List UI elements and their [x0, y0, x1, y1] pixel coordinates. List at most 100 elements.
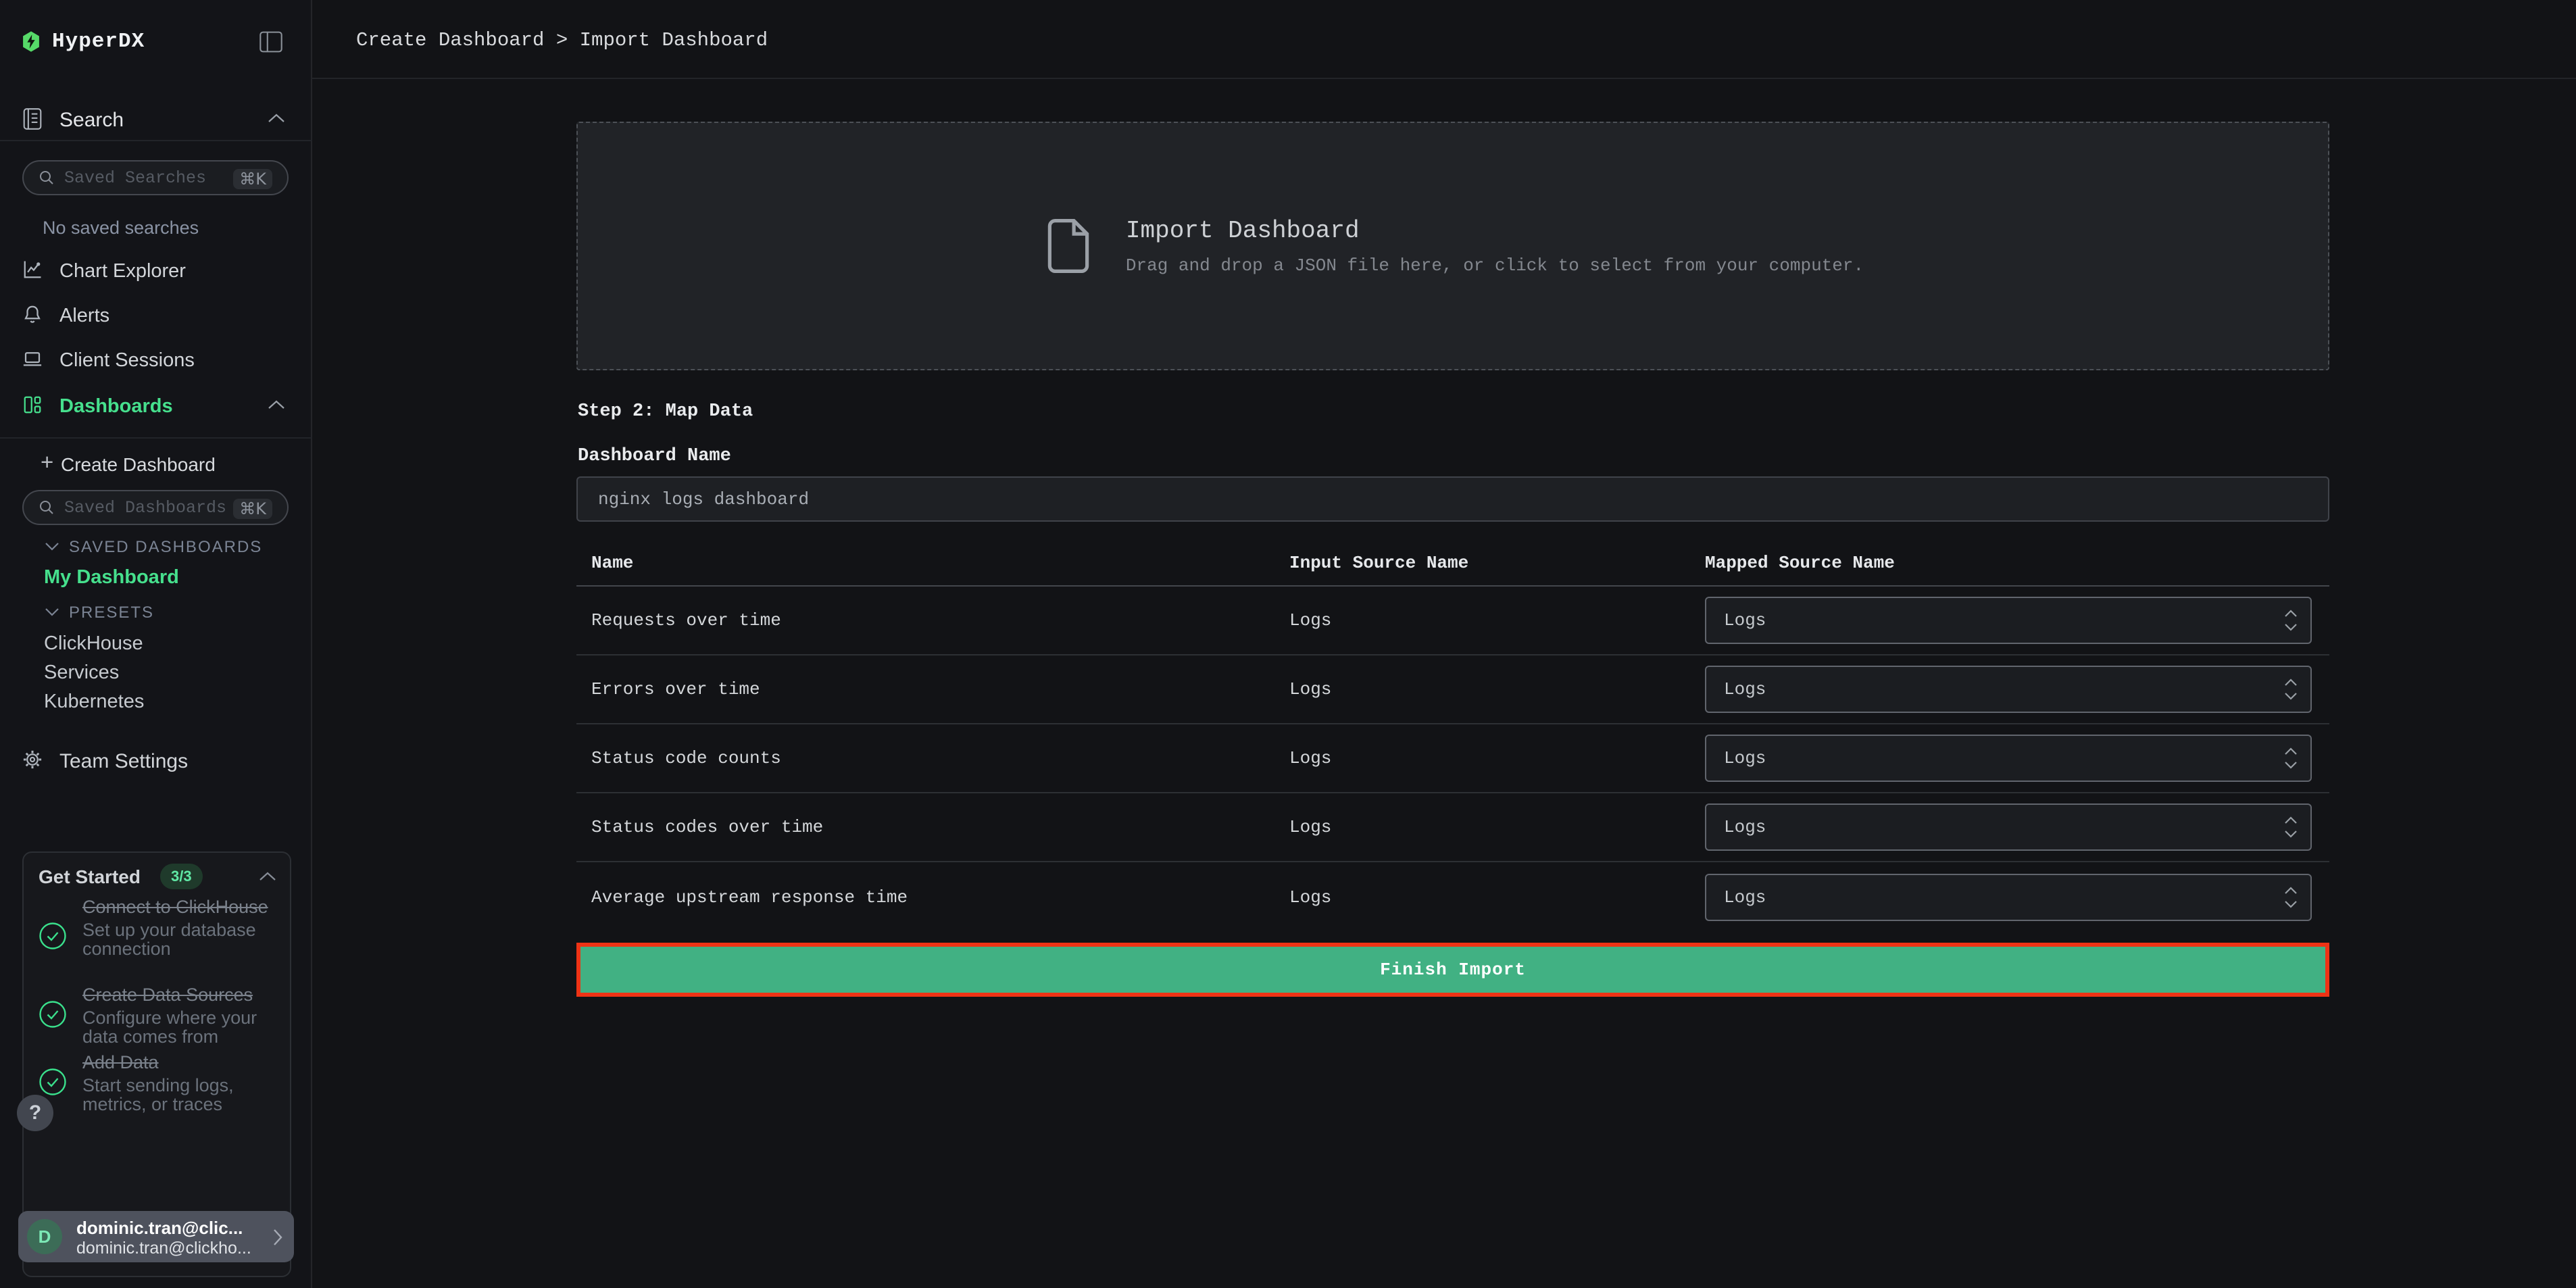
sidebar-item-my-dashboard[interactable]: My Dashboard	[44, 566, 179, 589]
search-icon	[39, 499, 55, 516]
get-started-item-title: Add Data	[82, 1052, 272, 1072]
create-dashboard-label: Create Dashboard	[61, 454, 216, 476]
finish-import-button[interactable]: Finish Import	[576, 943, 2329, 997]
sidebar-item-label: Dashboards	[59, 395, 173, 418]
create-dashboard-button[interactable]: + Create Dashboard	[0, 446, 312, 484]
saved-dashboards-input[interactable]: Saved Dashboards ⌘K	[22, 490, 289, 525]
input-source-cell: Logs	[1289, 679, 1705, 699]
laptop-icon	[22, 349, 43, 369]
sidebar-section-search[interactable]: Search	[0, 108, 311, 149]
team-settings-label: Team Settings	[59, 750, 188, 773]
json-dropzone[interactable]: Import Dashboard Drag and drop a JSON fi…	[576, 122, 2329, 370]
input-source-cell: Logs	[1289, 887, 1705, 908]
table-row: Errors over time Logs Logs	[576, 655, 2329, 724]
table-row: Requests over time Logs Logs	[576, 587, 2329, 655]
get-started-item[interactable]: Connect to ClickHouse Set up your databa…	[82, 897, 272, 958]
table-header-row: Name Input Source Name Mapped Source Nam…	[576, 541, 2329, 587]
step-label: Step 2: Map Data	[578, 401, 753, 422]
bell-icon	[22, 304, 43, 324]
saved-dashboards-placeholder: Saved Dashboards	[64, 498, 226, 518]
top-bar: Create Dashboard > Import Dashboard	[312, 0, 2576, 79]
sidebar-item-label: Chart Explorer	[59, 260, 186, 282]
dropzone-text: Import Dashboard Drag and drop a JSON fi…	[1126, 217, 1864, 276]
saved-dashboards-group-header[interactable]: SAVED DASHBOARDS	[0, 534, 312, 561]
chart-name-cell: Requests over time	[576, 610, 1289, 630]
gear-icon	[22, 749, 43, 770]
chart-name-cell: Errors over time	[576, 679, 1289, 699]
chevron-down-icon	[45, 607, 59, 617]
sidebar-item-alerts[interactable]: Alerts	[0, 293, 312, 337]
hyperdx-logo-icon	[22, 31, 40, 52]
chevron-up-icon[interactable]	[259, 870, 276, 883]
user-menu[interactable]: D dominic.tran@clic... dominic.tran@clic…	[18, 1211, 294, 1262]
sidebar-item-chart-explorer[interactable]: Chart Explorer	[0, 249, 312, 292]
sidebar-item-services[interactable]: Services	[44, 662, 119, 684]
check-circle-icon	[39, 1000, 67, 1029]
search-icon	[39, 170, 55, 186]
presets-group-header[interactable]: PRESETS	[0, 599, 312, 626]
check-circle-icon	[39, 922, 67, 950]
selected-source: Logs	[1724, 679, 1766, 699]
table-row: Status codes over time Logs Logs	[576, 793, 2329, 862]
user-name: dominic.tran@clic...	[76, 1218, 243, 1239]
column-header-name: Name	[576, 553, 1289, 573]
line-chart-icon	[22, 259, 43, 280]
file-icon	[1042, 217, 1095, 275]
dashboard-name-label: Dashboard Name	[578, 446, 731, 466]
table-row: Average upstream response time Logs Logs	[576, 862, 2329, 933]
chevron-up-icon	[268, 112, 285, 124]
sidebar-item-dashboards[interactable]: Dashboards	[0, 384, 312, 427]
sidebar: HyperDX Search Saved Searches ⌘K No save…	[0, 0, 312, 1288]
mapped-source-select[interactable]: Logs	[1705, 597, 2312, 644]
mapped-source-select[interactable]: Logs	[1705, 735, 2312, 782]
logo-row: HyperDX	[0, 0, 311, 81]
journal-search-icon	[22, 108, 43, 130]
sidebar-item-label: Alerts	[59, 305, 109, 327]
input-source-cell: Logs	[1289, 610, 1705, 630]
chevron-up-down-icon	[2283, 886, 2298, 909]
chart-name-cell: Average upstream response time	[576, 887, 1289, 908]
chart-name-cell: Status codes over time	[576, 817, 1289, 837]
table-row: Status code counts Logs Logs	[576, 724, 2329, 793]
plus-icon: +	[41, 449, 53, 475]
mapped-source-select[interactable]: Logs	[1705, 666, 2312, 713]
sidebar-item-label: Client Sessions	[59, 349, 195, 372]
column-header-mapped-source: Mapped Source Name	[1705, 553, 2329, 573]
get-started-item[interactable]: Create Data Sources Configure where your…	[82, 985, 272, 1046]
get-started-item-desc: Set up your database connection	[82, 920, 272, 958]
chevron-down-icon	[45, 541, 59, 551]
chevron-up-down-icon	[2283, 747, 2298, 770]
sidebar-collapse-icon[interactable]	[259, 31, 282, 53]
get-started-title: Get Started	[39, 866, 141, 888]
group-label: PRESETS	[69, 603, 154, 622]
dropzone-subtitle: Drag and drop a JSON file here, or click…	[1126, 255, 1864, 276]
shortcut-badge: ⌘K	[233, 499, 272, 519]
get-started-item-title: Create Data Sources	[82, 985, 272, 1005]
sidebar-item-team-settings[interactable]: Team Settings	[0, 739, 312, 782]
get-started-item-title: Connect to ClickHouse	[82, 897, 272, 917]
selected-source: Logs	[1724, 748, 1766, 768]
chevron-up-icon	[268, 399, 285, 411]
selected-source: Logs	[1724, 817, 1766, 837]
app-title: HyperDX	[52, 30, 145, 53]
hyperdx-app: { "app": { "name": "HyperDX" }, "colors"…	[0, 0, 2576, 1288]
saved-searches-placeholder: Saved Searches	[64, 168, 206, 188]
get-started-item[interactable]: Add Data Start sending logs, metrics, or…	[82, 1052, 272, 1114]
dashboard-name-input[interactable]	[576, 476, 2329, 522]
breadcrumb[interactable]: Create Dashboard > Import Dashboard	[356, 29, 768, 51]
sidebar-item-client-sessions[interactable]: Client Sessions	[0, 338, 312, 381]
column-header-input-source: Input Source Name	[1289, 553, 1705, 573]
mapped-source-select[interactable]: Logs	[1705, 803, 2312, 851]
sidebar-item-clickhouse[interactable]: ClickHouse	[44, 633, 143, 655]
chart-name-cell: Status code counts	[576, 748, 1289, 768]
no-saved-searches-note: No saved searches	[43, 218, 199, 239]
sidebar-item-kubernetes[interactable]: Kubernetes	[44, 691, 144, 713]
dropzone-title: Import Dashboard	[1126, 217, 1864, 245]
saved-searches-input[interactable]: Saved Searches ⌘K	[22, 160, 289, 195]
mapping-table: Name Input Source Name Mapped Source Nam…	[576, 541, 2329, 933]
input-source-cell: Logs	[1289, 817, 1705, 837]
help-button[interactable]: ?	[17, 1095, 53, 1131]
get-started-item-desc: Configure where your data comes from	[82, 1008, 272, 1046]
selected-source: Logs	[1724, 610, 1766, 630]
mapped-source-select[interactable]: Logs	[1705, 874, 2312, 921]
